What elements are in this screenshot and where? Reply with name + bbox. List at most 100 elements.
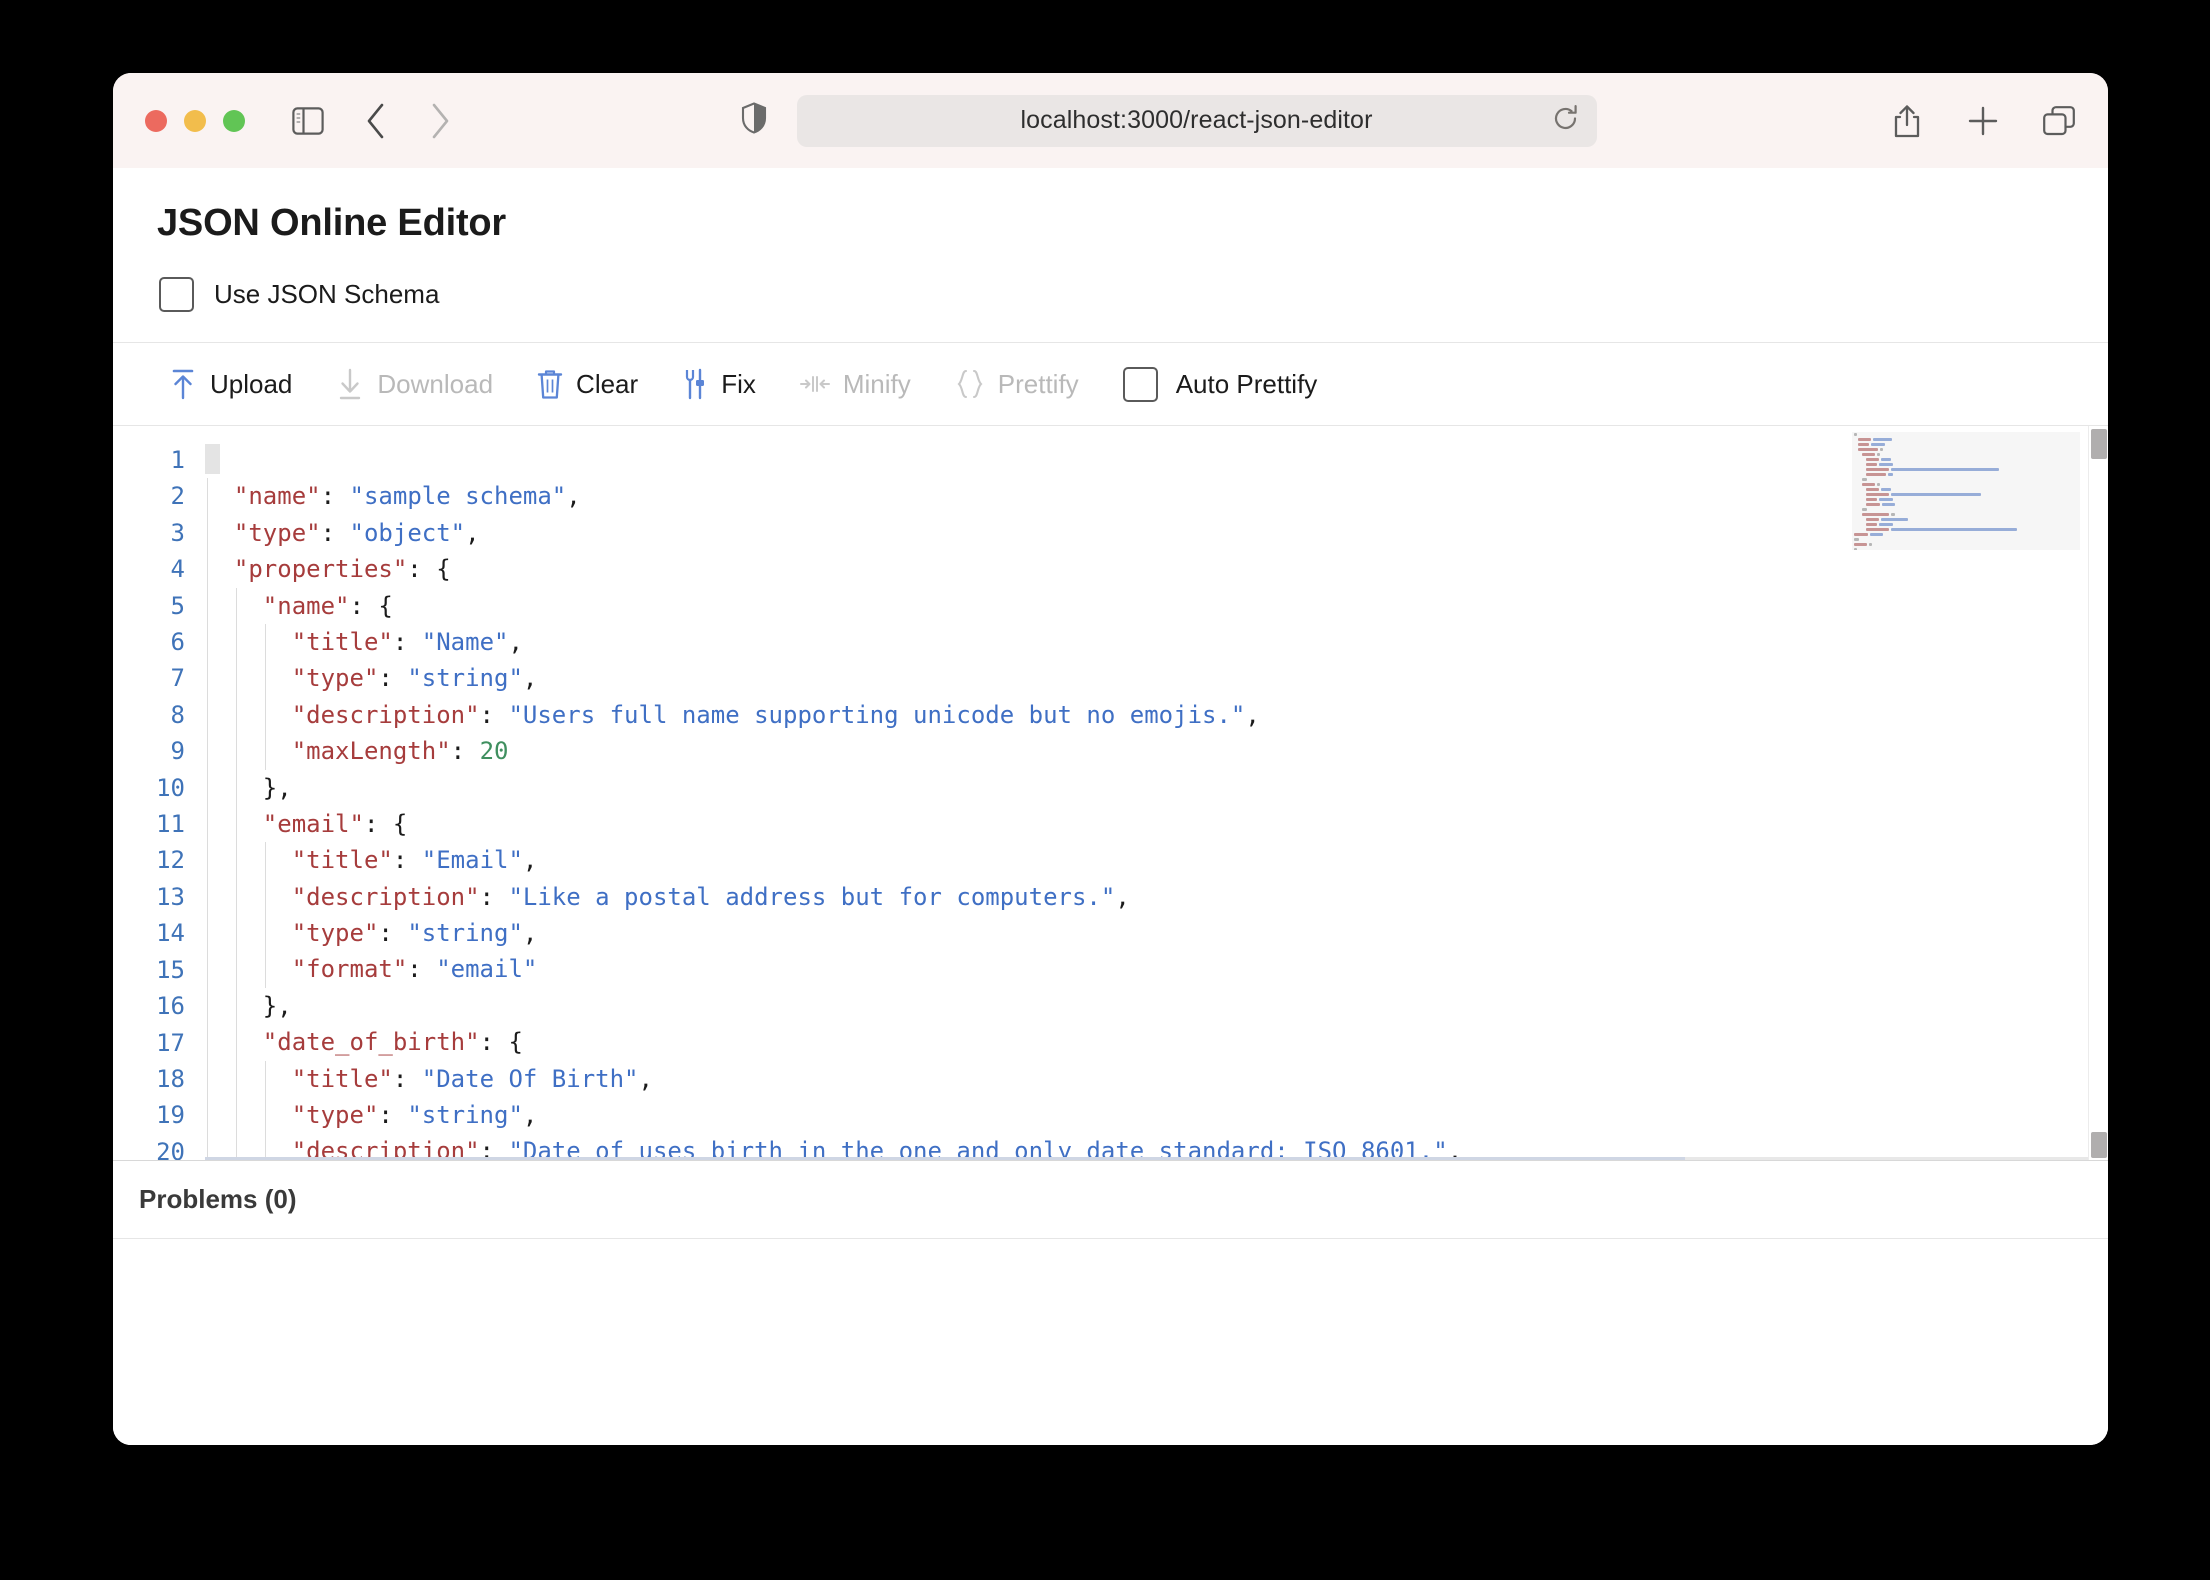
problems-bar[interactable]: Problems (0)	[113, 1161, 2108, 1239]
indent-guide	[207, 878, 208, 916]
token-punc: :	[320, 482, 350, 511]
reload-icon[interactable]	[1553, 104, 1579, 137]
code-line[interactable]: "type": "object",	[205, 514, 2108, 552]
indent-guide	[235, 842, 237, 879]
indent-guide	[207, 733, 208, 770]
indent-guide	[235, 660, 237, 697]
code-line[interactable]: "maxLength": 20	[205, 733, 2108, 770]
address-bar[interactable]: localhost:3000/react-json-editor	[796, 94, 1597, 147]
token-str: "string"	[407, 664, 523, 693]
code-text-area[interactable]: { "name": "sample schema", "type": "obje…	[205, 426, 2108, 1161]
trash-icon	[537, 368, 563, 400]
minimize-window-button[interactable]	[184, 109, 206, 132]
sidebar-icon[interactable]	[285, 98, 331, 144]
upload-icon	[169, 368, 197, 400]
minimap-segment	[1879, 448, 1884, 451]
tab-overview-icon[interactable]	[2036, 98, 2082, 144]
fix-button[interactable]: Fix	[664, 360, 774, 408]
line-number: 18	[156, 1064, 185, 1093]
code-line[interactable]: "type": "string",	[205, 915, 2108, 952]
download-button[interactable]: Download	[318, 360, 511, 408]
code-line[interactable]: "format": "email"	[205, 951, 2108, 988]
indent-guide	[264, 842, 266, 879]
indent-guide	[207, 805, 208, 843]
code-line[interactable]: "title": "Name",	[205, 623, 2108, 661]
clear-label: Clear	[576, 368, 639, 399]
code-line[interactable]: "name": {	[205, 587, 2108, 624]
minimap-segment	[1878, 498, 1894, 501]
token-key: "type"	[291, 664, 379, 693]
editor-minimap[interactable]	[1852, 432, 2080, 550]
minimap-segment	[1862, 483, 1875, 486]
indent-guide	[207, 623, 208, 661]
url-text: localhost:3000/react-json-editor	[1020, 106, 1373, 134]
code-line-text: },	[205, 992, 292, 1020]
indent-guide	[235, 1024, 237, 1061]
token-punc: ,	[508, 627, 523, 656]
line-number: 1	[170, 446, 185, 474]
code-line[interactable]: "name": "sample schema",	[205, 478, 2108, 515]
indent-guide	[235, 951, 237, 988]
token-key: "description"	[291, 882, 480, 911]
token-punc: ,	[1245, 700, 1260, 729]
privacy-shield-icon[interactable]	[741, 102, 767, 139]
prettify-button[interactable]: Prettify	[937, 360, 1097, 408]
code-line[interactable]: "email": {	[205, 805, 2108, 843]
code-line[interactable]: {	[205, 442, 2108, 478]
indent-guide	[235, 623, 237, 661]
token-str: "string"	[407, 1101, 523, 1130]
use-json-schema-checkbox[interactable]	[159, 277, 194, 312]
json-code-editor[interactable]: 1234567891011121314151617181920 { "name"…	[113, 426, 2108, 1161]
fix-label: Fix	[721, 368, 756, 399]
upload-button[interactable]: Upload	[151, 360, 310, 408]
minimap-line	[1852, 547, 2080, 550]
browser-toolbar: localhost:3000/react-json-editor	[113, 73, 2108, 168]
token-punc: ,	[522, 664, 538, 693]
code-line[interactable]: "type": "string",	[205, 1097, 2108, 1134]
maximize-window-button[interactable]	[223, 109, 245, 132]
vertical-scrollbar-thumb-bottom[interactable]	[2091, 1132, 2107, 1158]
token-str: "Name"	[421, 627, 509, 656]
indent-guide	[207, 987, 208, 1025]
code-line[interactable]: "type": "string",	[205, 660, 2108, 697]
share-icon[interactable]	[1884, 98, 1930, 144]
prettify-label: Prettify	[997, 368, 1079, 399]
vertical-scrollbar[interactable]	[2088, 426, 2108, 1161]
token-str: "Like a postal address but for computers…	[508, 882, 1116, 911]
auto-prettify-checkbox[interactable]	[1122, 366, 1158, 402]
code-line[interactable]: "description": "Like a postal address bu…	[205, 878, 2108, 916]
code-line[interactable]: "title": "Date Of Birth",	[205, 1060, 2108, 1098]
code-line[interactable]: "title": "Email",	[205, 842, 2108, 879]
plus-icon[interactable]	[1960, 98, 2006, 144]
token-str: "Date Of Birth"	[421, 1064, 639, 1093]
back-chevron-icon[interactable]	[353, 98, 399, 144]
indent-guide	[264, 915, 266, 952]
line-number: 12	[156, 846, 185, 875]
code-line-text: "type": "string",	[205, 919, 538, 947]
code-line-text: "type": "string",	[205, 664, 538, 693]
line-number: 14	[156, 919, 185, 948]
code-line-text: "name": {	[205, 592, 393, 620]
indent-guide	[235, 987, 237, 1025]
code-line[interactable]: "description": "Users full name supporti…	[205, 696, 2108, 734]
token-punc: : {	[479, 1028, 523, 1057]
code-line[interactable]: "properties": {	[205, 551, 2108, 588]
indent-guide	[235, 769, 237, 806]
forward-chevron-icon[interactable]	[417, 98, 463, 144]
vertical-scrollbar-thumb[interactable]	[2091, 429, 2107, 459]
indent-guide	[235, 733, 237, 770]
code-line-text: "description": "Like a postal address bu…	[205, 883, 1130, 911]
code-line[interactable]: },	[205, 987, 2108, 1025]
code-line[interactable]: },	[205, 769, 2108, 806]
close-window-button[interactable]	[145, 109, 167, 132]
code-line[interactable]: "date_of_birth": {	[205, 1024, 2108, 1061]
minify-button[interactable]: Minify	[782, 361, 929, 408]
token-key: "maxLength"	[291, 737, 451, 766]
token-punc: ,	[638, 1064, 653, 1093]
minimap-segment	[1876, 483, 1881, 486]
use-json-schema-row[interactable]: Use JSON Schema	[113, 245, 2108, 312]
clear-button[interactable]: Clear	[519, 360, 656, 408]
indent-guide	[235, 696, 237, 734]
token-num: 20	[479, 737, 509, 766]
auto-prettify-row[interactable]: Auto Prettify	[1122, 366, 1317, 402]
